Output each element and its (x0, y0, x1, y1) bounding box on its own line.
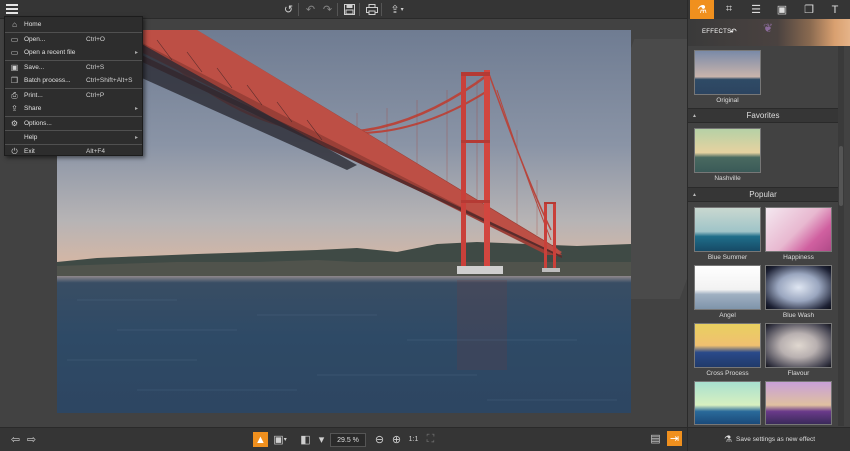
menu-item-open-recent[interactable]: ▭ Open a recent file ▸ (5, 46, 142, 59)
photo-preview[interactable] (57, 30, 631, 413)
menu-item-save[interactable]: ▣ Save... Ctrl+S (5, 61, 142, 74)
hamburger-menu-button[interactable] (4, 2, 20, 16)
effect-thumb-cross-process[interactable] (694, 323, 761, 368)
print-icon[interactable] (364, 2, 379, 17)
reset-effects-icon[interactable]: ↶ (730, 27, 737, 36)
power-icon: ⏻ (11, 146, 18, 156)
menu-item-print[interactable]: ⎙ Print... Ctrl+P (5, 89, 142, 102)
effect-thumb-angel[interactable] (694, 265, 761, 310)
bottom-toolbar: ⇦ ⇨ ▲ ▣ ▾ ◧ ▾ 29.5 % ⊖ ⊕ 1:1 ⛶ (0, 427, 687, 451)
zoom-level-field[interactable]: 29.5 % (330, 433, 366, 447)
effect-thumb-popular-7[interactable] (694, 381, 761, 425)
frame-icon[interactable]: ▣ (770, 0, 794, 19)
fit-view-icon[interactable]: ▲ (253, 432, 268, 447)
scrollbar-thumb[interactable] (839, 146, 843, 206)
butterfly-icon: ❦ (763, 21, 774, 35)
undo-icon[interactable]: ↶ (303, 2, 318, 17)
share-icon: ⇪ (11, 104, 18, 113)
compare-view-icon[interactable]: ▣ ▾ (270, 432, 290, 447)
effects-icon: ⚗ (723, 434, 733, 444)
popular-section-header[interactable]: ▲ Popular (688, 187, 838, 202)
effect-thumb-popular-8[interactable] (765, 381, 832, 425)
panel-toggle-icon[interactable]: ⇥ (667, 431, 682, 446)
previous-image-icon[interactable]: ⇦ (8, 432, 23, 447)
fit-screen-icon[interactable]: ⛶ (423, 432, 438, 447)
share-icon[interactable]: ⇪ ▾ (386, 2, 408, 17)
collapse-icon: ▲ (692, 112, 697, 119)
effect-thumb-happiness[interactable] (765, 207, 832, 252)
save-settings-as-effect-button[interactable]: ⚗ Save settings as new effect (688, 427, 850, 451)
adjust-icon[interactable]: ☰ (744, 0, 768, 19)
toolbar-divider (359, 3, 360, 16)
panel-tabs: ⚗ ⌗ ☰ ▣ ❐ T (688, 0, 850, 19)
effects-header: EFFECTS: ↶ ❦ (688, 19, 850, 46)
effects-icon[interactable]: ⚗ (690, 0, 714, 19)
submenu-arrow-icon: ▸ (134, 135, 138, 141)
menu-item-batch-process[interactable]: ❒ Batch process... Ctrl+Shift+Alt+S (5, 74, 142, 87)
save-icon: ▣ (10, 63, 19, 72)
rotate-left-icon[interactable]: ↺ (281, 2, 296, 17)
image-info-icon[interactable]: ▤ (648, 431, 663, 446)
effect-thumb-blue-summer[interactable] (694, 207, 761, 252)
menu-item-options[interactable]: ⚙ Options... (5, 117, 142, 130)
effect-thumb-flavour[interactable] (765, 323, 832, 368)
menu-item-home[interactable]: ⌂ Home (5, 18, 142, 31)
collapse-icon: ▲ (692, 191, 697, 198)
effects-panel: ⚗ ⌗ ☰ ▣ ❐ T EFFECTS: ↶ ❦ Original ▲ Favo… (687, 0, 850, 451)
save-icon[interactable] (342, 2, 357, 17)
effect-thumb-original[interactable] (694, 50, 761, 95)
menu-item-open[interactable]: ▭ Open... Ctrl+O (5, 33, 142, 46)
favorites-section-header[interactable]: ▲ Favorites (688, 108, 838, 123)
menu-item-help[interactable]: Help ▸ (5, 131, 142, 144)
zoom-dropdown-icon[interactable]: ▾ (314, 432, 329, 447)
print-icon: ⎙ (11, 90, 18, 100)
toolbar-divider (337, 3, 338, 16)
crop-icon[interactable]: ⌗ (717, 0, 741, 19)
folder-icon: ▭ (10, 48, 19, 57)
effect-thumb-blue-wash[interactable] (765, 265, 832, 310)
zoom-in-icon[interactable]: ⊕ (389, 432, 404, 447)
next-image-icon[interactable]: ⇨ (24, 432, 39, 447)
effect-thumb-nashville[interactable] (694, 128, 761, 173)
split-view-icon[interactable]: ◧ (298, 432, 313, 447)
home-icon: ⌂ (12, 20, 17, 29)
toolbar-divider (381, 3, 382, 16)
layers-icon[interactable]: ❐ (797, 0, 821, 19)
menu-item-exit[interactable]: ⏻ Exit Alt+F4 (5, 145, 142, 158)
submenu-arrow-icon: ▸ (134, 106, 138, 112)
gear-icon: ⚙ (10, 119, 19, 128)
submenu-arrow-icon: ▸ (134, 50, 138, 56)
actual-size-icon[interactable]: 1:1 (406, 432, 421, 447)
panel-scrollbar[interactable] (838, 46, 844, 426)
redo-icon[interactable]: ↷ (320, 2, 335, 17)
menu-item-share[interactable]: ⇪ Share ▸ (5, 102, 142, 115)
toolbar-divider (298, 3, 299, 16)
folder-open-icon: ▭ (10, 35, 19, 44)
text-icon[interactable]: T (823, 0, 847, 19)
batch-icon: ❒ (10, 76, 19, 85)
file-menu: ⌂ Home ▭ Open... Ctrl+O ▭ Open a recent … (4, 16, 143, 156)
zoom-out-icon[interactable]: ⊖ (372, 432, 387, 447)
